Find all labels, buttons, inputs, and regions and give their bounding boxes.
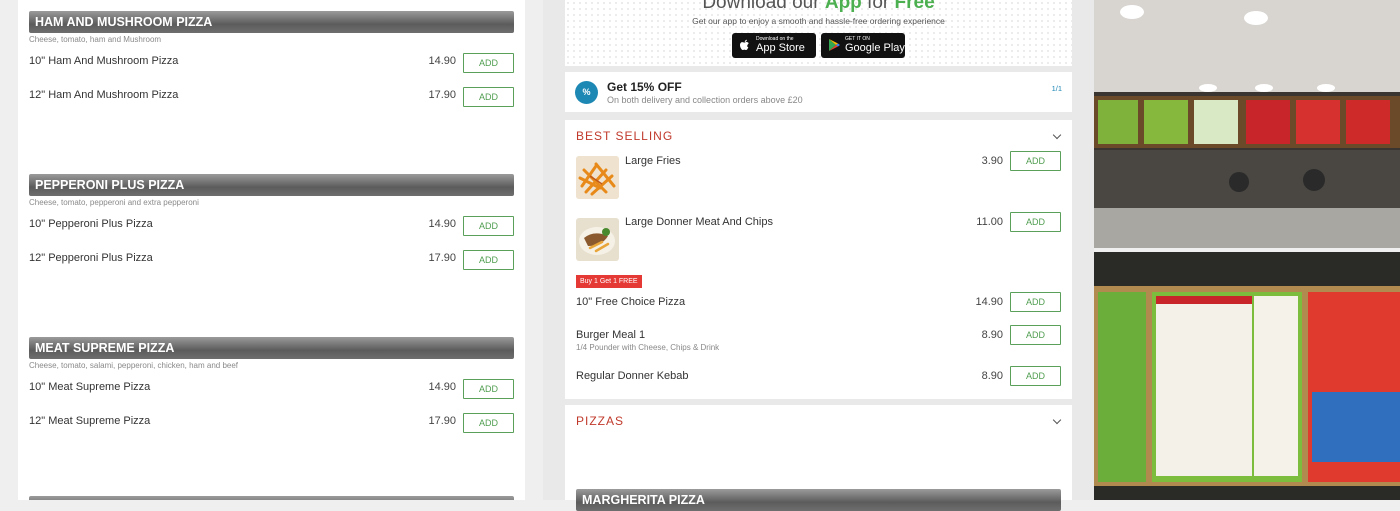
add-button[interactable]: ADD — [1010, 151, 1061, 171]
menu-item-price: 17.90 — [428, 89, 456, 101]
food-image-donner — [576, 218, 619, 261]
menu-item-name: Regular Donner Kebab — [576, 370, 689, 382]
add-button[interactable]: ADD — [1010, 292, 1061, 312]
menu-item-description: 1/4 Pounder with Cheese, Chips & Drink — [576, 343, 720, 352]
menu-item-name: 10" Meat Supreme Pizza — [29, 381, 151, 393]
section-title[interactable]: BEST SELLING — [576, 129, 673, 143]
menu-item-price: 17.90 — [428, 252, 456, 264]
menu-item-price: 8.90 — [981, 370, 1003, 382]
add-button[interactable]: ADD — [1010, 325, 1061, 345]
offer-title: Get 15% OFF — [607, 80, 682, 94]
category-description: Cheese, tomato, pepperoni and extra pepp… — [29, 198, 199, 207]
add-button[interactable]: ADD — [463, 216, 514, 236]
category-header-partial — [29, 496, 514, 500]
menu-item-price: 14.90 — [975, 296, 1003, 308]
app-title-middle: for — [861, 0, 895, 13]
category-header: MEAT SUPREME PIZZA — [29, 337, 514, 359]
menu-item-price: 17.90 — [428, 415, 456, 427]
add-button[interactable]: ADD — [463, 87, 514, 107]
menu-item-name: Large Fries — [625, 155, 681, 167]
category-header: MARGHERITA PIZZA — [576, 489, 1061, 511]
menu-board-photo — [1094, 252, 1400, 500]
app-download-banner: Download our App for Free Get our app to… — [565, 0, 1072, 66]
pizzas-section: PIZZAS MARGHERITA PIZZA — [565, 405, 1072, 511]
offer-pager: 1/1 — [1051, 84, 1062, 93]
category-header: HAM AND MUSHROOM PIZZA — [29, 11, 514, 33]
apple-icon — [740, 39, 749, 50]
add-button[interactable]: ADD — [463, 413, 514, 433]
menu-item-name: 12" Meat Supreme Pizza — [29, 415, 151, 427]
menu-main-column: Download our App for Free Get our app to… — [543, 0, 1094, 511]
menu-item-price: 3.90 — [981, 155, 1003, 167]
discount-badge-icon: % — [575, 81, 598, 104]
app-store-label: App Store — [756, 42, 805, 54]
google-play-icon — [829, 39, 840, 51]
app-banner-title: Download our App for Free — [565, 0, 1072, 14]
add-button[interactable]: ADD — [463, 250, 514, 270]
add-button[interactable]: ADD — [1010, 212, 1061, 232]
menu-item-name: 12" Ham And Mushroom Pizza — [29, 89, 179, 101]
app-title-app: App — [824, 0, 862, 13]
app-banner-subtitle: Get our app to enjoy a smooth and hassle… — [692, 16, 945, 26]
category-header: PEPPERONI PLUS PIZZA — [29, 174, 514, 196]
fries-image — [576, 156, 619, 199]
menu-item-price: 14.90 — [428, 55, 456, 67]
add-button[interactable]: ADD — [463, 379, 514, 399]
best-selling-section: BEST SELLING Large Fries 3.90 ADD Large … — [565, 120, 1072, 399]
chevron-down-icon[interactable] — [1052, 415, 1062, 425]
donner-image — [576, 218, 619, 261]
app-title-free: Free — [894, 0, 935, 13]
category-description: Cheese, tomato, salami, pepperoni, chick… — [29, 361, 239, 370]
menu-item-price: 11.00 — [976, 216, 1003, 228]
menu-item-name: 10" Pepperoni Plus Pizza — [29, 218, 153, 230]
add-button[interactable]: ADD — [463, 53, 514, 73]
section-title[interactable]: PIZZAS — [576, 414, 624, 428]
menu-left-column: HAM AND MUSHROOM PIZZA Cheese, tomato, h… — [18, 0, 525, 500]
google-play-label: Google Play — [845, 42, 905, 54]
menu-item-name: Large Donner Meat And Chips — [625, 216, 773, 228]
google-play-button[interactable]: GET IT ON Google Play — [821, 33, 905, 58]
menu-item-name: 10" Ham And Mushroom Pizza — [29, 55, 179, 67]
menu-item-name: Burger Meal 1 — [576, 329, 646, 341]
app-title-prefix: Download our — [702, 0, 825, 13]
discount-offer-card[interactable]: % Get 15% OFF On both delivery and colle… — [565, 72, 1072, 112]
menu-item-price: 14.90 — [428, 218, 456, 230]
restaurant-photo-menu-board — [1094, 252, 1400, 500]
menu-item-price: 8.90 — [981, 329, 1003, 341]
counter-photo — [1094, 0, 1400, 248]
add-button[interactable]: ADD — [1010, 366, 1061, 386]
category-description: Cheese, tomato, ham and Mushroom — [29, 35, 162, 44]
menu-item-name: 10" Free Choice Pizza — [576, 296, 686, 308]
menu-item-name: 12" Pepperoni Plus Pizza — [29, 252, 153, 264]
offer-subtitle: On both delivery and collection orders a… — [607, 95, 803, 105]
food-image-fries — [576, 156, 619, 199]
menu-item-price: 14.90 — [428, 381, 456, 393]
chevron-down-icon[interactable] — [1052, 130, 1062, 140]
offer-badge: Buy 1 Get 1 FREE — [576, 275, 642, 288]
restaurant-photo-counter — [1094, 0, 1400, 248]
app-store-button[interactable]: Download on the App Store — [732, 33, 816, 58]
